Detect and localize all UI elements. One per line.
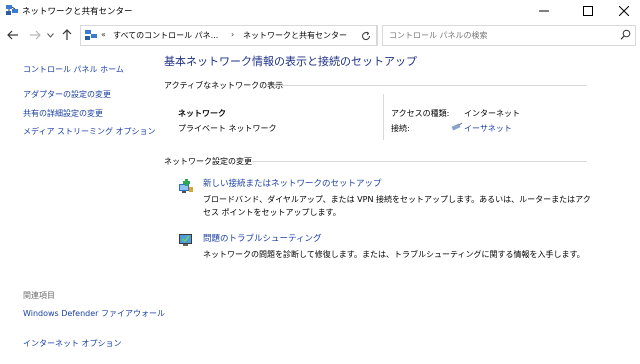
breadcrumb-all-control-panel[interactable]: すべてのコントロール パネ... bbox=[113, 30, 218, 41]
sidebar-control-panel-home[interactable]: コントロール パネル ホーム bbox=[23, 64, 124, 75]
ethernet-icon bbox=[451, 122, 463, 134]
main-content: 基本ネットワーク情報の表示と接続のセットアップ アクティブなネットワークの表示 … bbox=[150, 48, 640, 364]
sidebar: コントロール パネル ホーム アダプターの設定の変更 共有の詳細設定の変更 メデ… bbox=[0, 48, 165, 364]
network-setup-icon bbox=[179, 179, 193, 193]
control-panel-icon bbox=[85, 30, 97, 40]
related-firewall[interactable]: Windows Defender ファイアウォール bbox=[23, 308, 165, 319]
network-name: ネットワーク bbox=[178, 109, 226, 118]
minimize-button[interactable] bbox=[528, 0, 560, 22]
breadcrumb-network-center[interactable]: ネットワークと共有センター bbox=[243, 30, 347, 41]
network-profile-type: プライベート ネットワーク bbox=[178, 124, 277, 133]
window-title: ネットワークと共有センター bbox=[22, 7, 133, 17]
sidebar-item-advanced-sharing[interactable]: 共有の詳細設定の変更 bbox=[23, 108, 103, 119]
refresh-button[interactable] bbox=[355, 25, 377, 46]
up-arrow-icon bbox=[62, 29, 72, 40]
new-connection-link[interactable]: 新しい接続またはネットワークのセットアップ bbox=[203, 177, 382, 189]
new-connection-description: ブロードバンド、ダイヤルアップ、または VPN 接続をセットアップします。あるい… bbox=[203, 195, 591, 217]
minimize-icon bbox=[539, 10, 549, 12]
sidebar-item-media-streaming[interactable]: メディア ストリーミング オプション bbox=[23, 126, 156, 137]
close-button[interactable] bbox=[608, 0, 640, 22]
connection-ethernet-link[interactable]: イーサネット bbox=[464, 123, 512, 134]
sidebar-item-adapter-settings[interactable]: アダプターの設定の変更 bbox=[23, 89, 111, 100]
section-divider bbox=[252, 161, 587, 162]
troubleshoot-description: ネットワークの問題を診断して修復します。または、トラブルシューティングに関する情… bbox=[203, 250, 585, 259]
page-title: 基本ネットワーク情報の表示と接続のセットアップ bbox=[164, 55, 417, 68]
chevron-down-icon bbox=[46, 32, 54, 38]
title-bar: ネットワークと共有センター bbox=[0, 0, 640, 22]
forward-button[interactable] bbox=[26, 25, 44, 45]
network-center-icon bbox=[6, 5, 18, 15]
connection-label: 接続: bbox=[391, 124, 410, 133]
related-header: 関連項目 bbox=[23, 291, 55, 300]
maximize-button[interactable] bbox=[572, 0, 604, 22]
back-arrow-icon bbox=[7, 30, 18, 40]
search-box[interactable] bbox=[382, 25, 636, 46]
access-type-value: インターネット bbox=[464, 109, 520, 118]
back-button[interactable] bbox=[4, 25, 22, 45]
close-icon bbox=[619, 6, 629, 16]
address-bar[interactable]: « すべてのコントロール パネ... › ネットワークと共有センター bbox=[80, 25, 424, 46]
related-internet-options[interactable]: インターネット オプション bbox=[23, 338, 122, 349]
search-icon[interactable] bbox=[620, 29, 631, 40]
section-divider bbox=[272, 85, 587, 86]
access-type-label: アクセスの種類: bbox=[391, 109, 450, 118]
vertical-divider bbox=[383, 94, 384, 140]
up-button[interactable] bbox=[58, 25, 76, 45]
troubleshoot-icon bbox=[179, 234, 192, 246]
search-input[interactable] bbox=[389, 29, 604, 41]
forward-arrow-icon bbox=[30, 30, 41, 40]
troubleshoot-link[interactable]: 問題のトラブルシューティング bbox=[203, 232, 322, 244]
navigation-bar: « すべてのコントロール パネ... › ネットワークと共有センター bbox=[0, 22, 640, 48]
recent-locations-button[interactable] bbox=[44, 25, 56, 45]
breadcrumb-separator[interactable]: › bbox=[231, 30, 234, 39]
active-networks-heading: アクティブなネットワークの表示 bbox=[164, 81, 284, 90]
refresh-icon bbox=[361, 31, 370, 40]
change-settings-heading: ネットワーク設定の変更 bbox=[164, 157, 252, 166]
maximize-icon bbox=[583, 6, 593, 16]
address-overflow[interactable]: « bbox=[101, 30, 106, 39]
